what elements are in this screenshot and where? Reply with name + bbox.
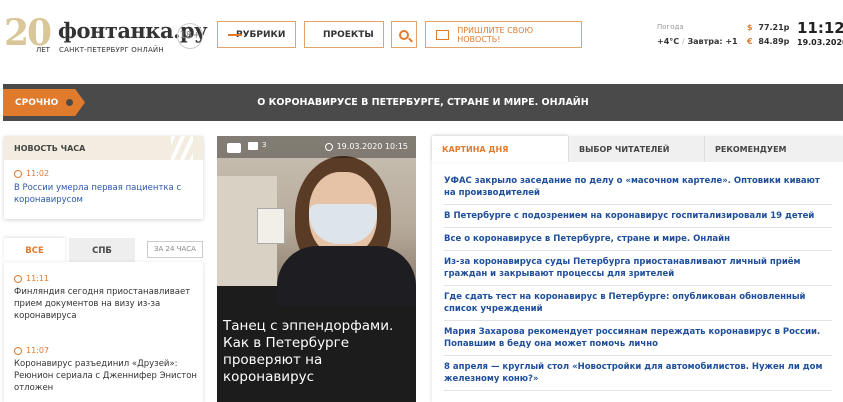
weather-tomorrow: Завтра: +1: [687, 37, 738, 46]
urgent-tag-label: СРОЧНО: [15, 97, 59, 108]
weather-separator: /: [681, 37, 685, 46]
hour-news-time: 11:02: [14, 169, 49, 178]
tab-recommended[interactable]: РЕКОМЕНДУЕМ: [704, 136, 843, 162]
logo-subtitle: САНКТ-ПЕТЕРБУРГ ОНЛАЙН: [59, 46, 164, 54]
hour-news-time-value: 11:02: [26, 169, 50, 178]
eur-symbol: €: [747, 37, 753, 46]
usd-symbol: $: [747, 23, 753, 32]
tab-picture-of-day[interactable]: КАРТИНА ДНЯ: [432, 136, 568, 162]
search-button[interactable]: [391, 21, 417, 48]
list-item[interactable]: Все о коронавирусе в Петербурге, стране …: [444, 228, 832, 251]
hour-news-header: НОВОСТЬ ЧАСА: [4, 136, 203, 160]
story-photo: [217, 136, 416, 306]
list-item[interactable]: Из-за коронавируса суды Петербурга приос…: [444, 251, 832, 286]
current-time: 11:12: [797, 19, 843, 37]
clock-icon: [14, 169, 22, 178]
feed-item-time: 11:11: [14, 274, 199, 283]
rubrics-label: РУБРИКИ: [236, 29, 286, 40]
urgent-tag: СРОЧНО: [3, 89, 85, 116]
feed-tabs: ВСЕ СПБ ЗА 24 ЧАСА: [4, 238, 203, 262]
photo-story-date: 19.03.2020 10:15: [324, 142, 408, 151]
feed-list: 11:11 Финляндия сегодня приостанавливает…: [4, 262, 203, 402]
logo-years: ЛЕТ: [36, 46, 50, 54]
hour-news-title: НОВОСТЬ ЧАСА: [14, 144, 86, 153]
search-icon: [399, 29, 409, 40]
list-item[interactable]: УФАС закрыло заседание по делу о «масочн…: [444, 170, 832, 205]
tab-spb[interactable]: СПБ: [69, 238, 135, 262]
tab-24-hours[interactable]: ЗА 24 ЧАСА: [147, 241, 203, 258]
feed-item-text[interactable]: Финляндия сегодня приостанавливает прием…: [14, 286, 199, 322]
weather-label: Погода: [657, 23, 684, 31]
weather-now: +4°C: [657, 37, 680, 46]
stripes-decoration: [171, 136, 193, 160]
photo-sign: [257, 208, 285, 244]
projects-button[interactable]: ПРОЕКТЫ: [304, 21, 384, 48]
site-header: 20 фонтанка.ру ЛЕТ САНКТ-ПЕТЕРБУРГ ОНЛАЙ…: [0, 0, 843, 70]
clock-icon: [14, 346, 22, 355]
list-item[interactable]: Где сдать тест на коронавирус в Петербур…: [444, 286, 832, 321]
clock-icon: [324, 142, 333, 151]
eur-rate: € 84.89р: [747, 37, 789, 46]
projects-label: ПРОЕКТЫ: [323, 29, 374, 40]
usd-value: 77.21р: [758, 23, 790, 32]
photo-person-body: [277, 246, 416, 306]
tab-readers-choice[interactable]: ВЫБОР ЧИТАТЕЛЕЙ: [568, 136, 704, 162]
weather-widget[interactable]: +4°C / Завтра: +1: [657, 37, 738, 46]
feed-item-text[interactable]: Коронавирус разъединил «Друзей»: Реюнион…: [14, 358, 199, 394]
feed-item-time-value: 11:11: [26, 274, 50, 283]
camera-icon: [227, 143, 241, 153]
rubrics-button[interactable]: РУБРИКИ: [217, 21, 296, 48]
photo-story-meta: 3 19.03.2020 10:15: [217, 136, 416, 158]
current-date: 19.03.2020: [797, 38, 843, 47]
list-item[interactable]: В Петербурге с подозрением на коронавиру…: [444, 205, 832, 228]
send-news-label: ПРИШЛИТЕ СВОЮ НОВОСТЬ!: [457, 25, 534, 44]
urgent-bar[interactable]: О КОРОНАВИРУСЕ В ПЕТЕРБУРГЕ, СТРАНЕ И МИ…: [3, 84, 843, 121]
top-stories-block: КАРТИНА ДНЯ ВЫБОР ЧИТАТЕЛЕЙ РЕКОМЕНДУЕМ …: [432, 136, 843, 402]
hour-news-link[interactable]: В России умерла первая пациентка с корон…: [14, 182, 196, 206]
top-stories-list: УФАС закрыло заседание по делу о «масочн…: [444, 170, 832, 391]
news-feed: ВСЕ СПБ ЗА 24 ЧАСА 11:11 Финляндия сегод…: [4, 238, 203, 402]
send-news-button[interactable]: ПРИШЛИТЕ СВОЮ НОВОСТЬ!: [425, 21, 582, 48]
comment-icon: [248, 142, 258, 150]
list-item[interactable]: 11:11 Финляндия сегодня приостанавливает…: [14, 274, 199, 322]
list-item[interactable]: Мария Захарова рекомендует россиянам пер…: [444, 321, 832, 356]
list-item[interactable]: 11:07 Коронавирус разъединил «Друзей»: Р…: [14, 346, 199, 394]
feed-item-time-value: 11:07: [26, 346, 50, 355]
mail-icon: [436, 29, 450, 40]
list-item[interactable]: 8 апреля — круглый стол «Новостройки для…: [444, 356, 832, 391]
usd-rate: $ 77.21р: [747, 23, 789, 32]
hour-news-card[interactable]: НОВОСТЬ ЧАСА 11:02 В России умерла перва…: [4, 136, 203, 219]
feed-item-time: 11:07: [14, 346, 199, 355]
age-rating-badge: 18+: [177, 23, 203, 49]
photo-story-date-value: 19.03.2020 10:15: [336, 142, 408, 151]
comment-count: 3: [262, 141, 267, 149]
eur-value: 84.89р: [758, 37, 790, 46]
site-logo[interactable]: 20 фонтанка.ру ЛЕТ САНКТ-ПЕТЕРБУРГ ОНЛАЙ…: [4, 12, 208, 56]
live-dot-icon: [66, 99, 74, 106]
photo-story-title[interactable]: Танец с эппендорфами. Как в Петербурге п…: [223, 318, 413, 386]
urgent-headline[interactable]: О КОРОНАВИРУСЕ В ПЕТЕРБУРГЕ, СТРАНЕ И МИ…: [3, 84, 843, 121]
photo-story-card[interactable]: 3 19.03.2020 10:15 Танец с эппендорфами.…: [217, 136, 416, 402]
clock-icon: [14, 274, 22, 283]
tab-all[interactable]: ВСЕ: [4, 238, 65, 262]
